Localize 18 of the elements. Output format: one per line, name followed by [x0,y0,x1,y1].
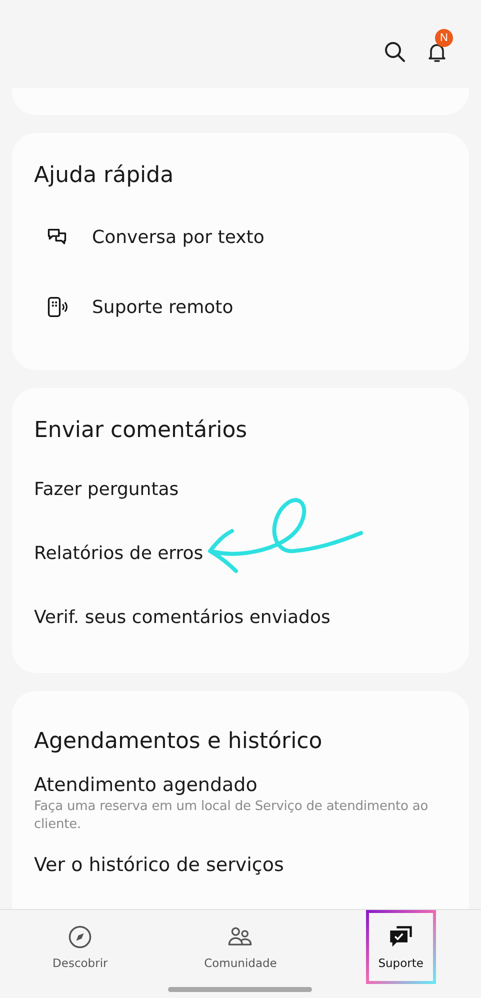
phone-signal-icon [46,296,68,318]
item-description: Faça uma reserva em um local de Serviço de atendimento ao cliente. [34,798,430,834]
section-title: Agendamentos e histórico [34,729,324,754]
menu-item[interactable]: Suporte remoto [92,296,234,318]
menu-item[interactable]: Ver o histórico de serviços [34,854,447,876]
menu-item[interactable]: Verif. seus comentários enviados [34,606,330,628]
compass-icon [67,924,94,950]
search-icon[interactable] [383,40,407,64]
menu-item[interactable]: Relatórios de erros [34,542,204,564]
nav-tab[interactable]: Suporte [366,910,436,984]
notification-badge: N [435,29,453,47]
menu-item[interactable]: Atendimento agendado [34,774,447,796]
menu-item[interactable]: Fazer perguntas [34,478,179,500]
nav-tab[interactable]: Descobrir [45,910,116,984]
section-title: Ajuda rápida [34,163,175,188]
menu-item[interactable]: Conversa por texto [92,226,264,248]
nav-tab[interactable]: Comunidade [205,910,276,984]
section-title: Enviar comentários [34,418,248,443]
